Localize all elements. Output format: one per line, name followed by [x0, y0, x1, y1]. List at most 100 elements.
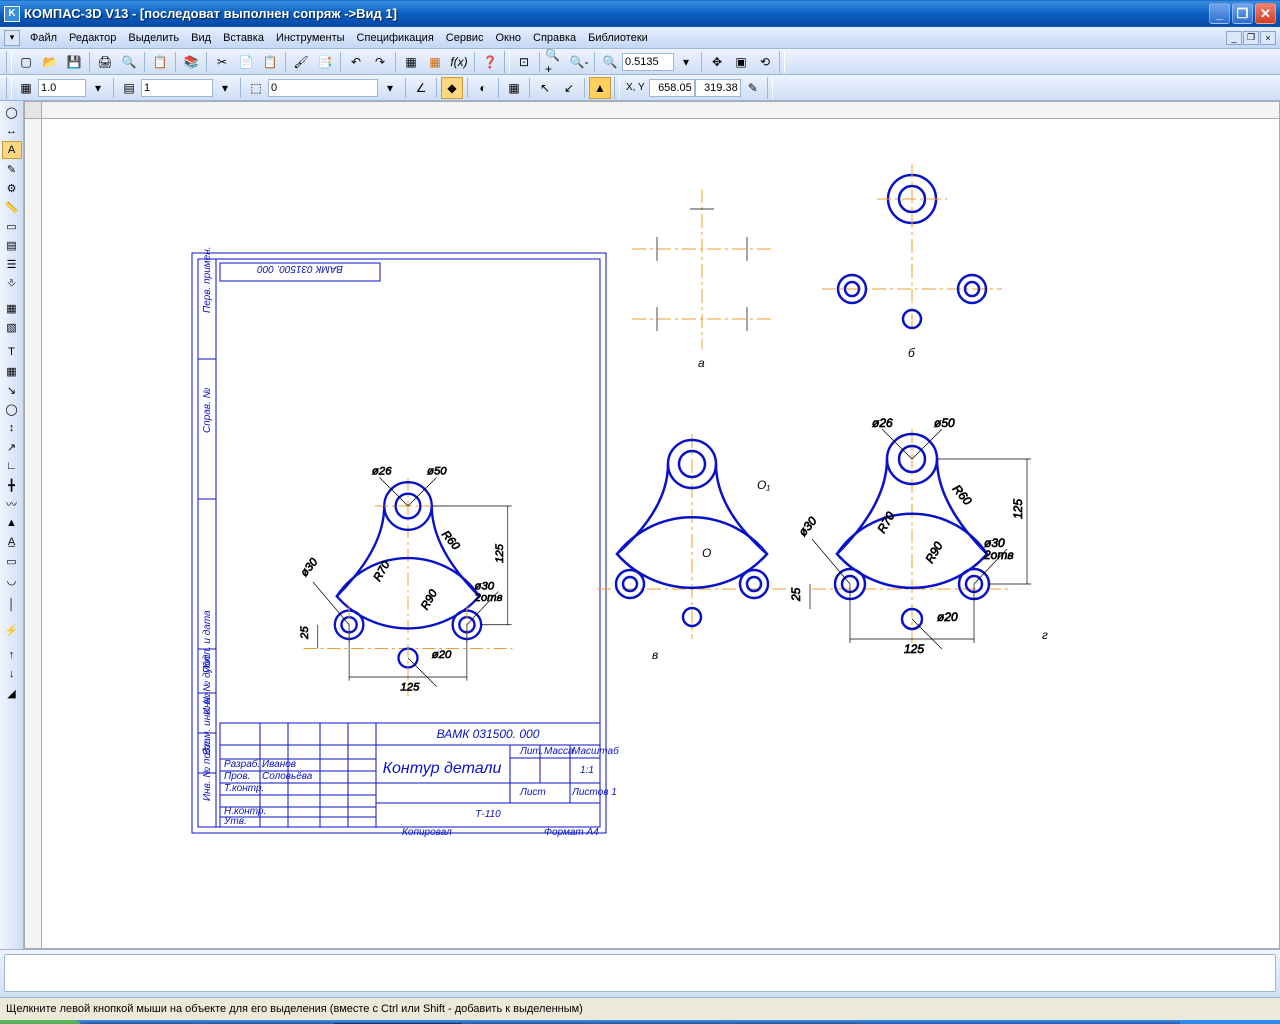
up-icon[interactable]: ↑	[2, 646, 22, 664]
print-button[interactable]: 🖨	[94, 51, 116, 73]
mdi-restore-button[interactable]: ❐	[1243, 31, 1259, 45]
geometry-icon[interactable]: ◯	[2, 103, 22, 121]
spec-icon[interactable]: ▤	[2, 236, 22, 254]
doc-tool-button[interactable]: 📑	[314, 51, 336, 73]
text-icon[interactable]: T	[2, 343, 22, 361]
cut-button[interactable]: ✂	[211, 51, 233, 73]
linewidth-input[interactable]	[38, 79, 86, 97]
paste-button[interactable]: 📋	[259, 51, 281, 73]
zoom-window-button[interactable]: ⊡	[513, 51, 535, 73]
mdi-minimize-button[interactable]: _	[1226, 31, 1242, 45]
coord-y[interactable]	[695, 79, 741, 97]
end-icon[interactable]: ◢	[2, 684, 22, 702]
grid-button[interactable]: ▦	[15, 77, 37, 99]
library-button[interactable]: 📚	[180, 51, 202, 73]
menu-window[interactable]: Окно	[489, 30, 527, 46]
style-dropdown[interactable]: ▾	[379, 77, 401, 99]
lcs-button[interactable]: ↖	[534, 77, 556, 99]
leader-icon[interactable]: ↘	[2, 381, 22, 399]
zoom-in-button[interactable]: 🔍+	[544, 51, 566, 73]
cut-line-icon[interactable]: ↕	[2, 419, 22, 437]
style-input[interactable]	[268, 79, 378, 97]
coord-x[interactable]	[649, 79, 695, 97]
variables-button[interactable]: f(x)	[448, 51, 470, 73]
layer-dropdown[interactable]: ▾	[214, 77, 236, 99]
reports-icon[interactable]: ☰	[2, 255, 22, 273]
zoom-dropdown[interactable]: ▾	[675, 51, 697, 73]
redo-button[interactable]: ↷	[369, 51, 391, 73]
start-button[interactable]: пуск	[0, 1020, 83, 1024]
document-icon[interactable]: ▾	[4, 30, 20, 46]
zoom-out-button[interactable]: 🔍-	[568, 51, 590, 73]
sep-icon[interactable]: │	[2, 596, 22, 614]
menu-insert[interactable]: Вставка	[217, 30, 270, 46]
pan-button[interactable]: ✥	[706, 51, 728, 73]
layers-button[interactable]: ▤	[118, 77, 140, 99]
mdi-close-button[interactable]: ×	[1260, 31, 1276, 45]
layer-state-button[interactable]: ⬚	[245, 77, 267, 99]
grid-toggle-button[interactable]: ▦	[503, 77, 525, 99]
params-icon[interactable]: ⚙	[2, 179, 22, 197]
hatch-icon[interactable]: ▧	[2, 318, 22, 336]
menu-tools[interactable]: Инструменты	[270, 30, 351, 46]
zoom-fit-button[interactable]: ▣	[730, 51, 752, 73]
new-button[interactable]: ▢	[15, 51, 37, 73]
property-panel-inner[interactable]	[4, 954, 1276, 992]
brand-icon[interactable]: ⚡	[2, 621, 22, 639]
select-icon[interactable]: ▭	[2, 217, 22, 235]
open-button[interactable]: 📂	[39, 51, 61, 73]
menu-edit[interactable]: Редактор	[63, 30, 122, 46]
menu-spec[interactable]: Спецификация	[351, 30, 440, 46]
ortho-button[interactable]: ◆	[441, 77, 463, 99]
stamp-scale: 1:1	[580, 765, 594, 776]
save-button[interactable]: 💾	[63, 51, 85, 73]
snap-button[interactable]: ∠	[410, 77, 432, 99]
zoom-input[interactable]	[622, 53, 674, 71]
base-icon[interactable]: ▲	[2, 514, 22, 532]
table-icon[interactable]: ▦	[2, 362, 22, 380]
system-tray[interactable]: RU ‹ 🔗 K 14:18	[1180, 1020, 1280, 1024]
wave-icon[interactable]: 〰	[2, 495, 22, 513]
copy-props-button[interactable]: 🖌	[290, 51, 312, 73]
close-button[interactable]: ✕	[1255, 3, 1276, 24]
preview-button[interactable]: 🔍	[118, 51, 140, 73]
layer-input[interactable]	[141, 79, 213, 97]
menu-select[interactable]: Выделить	[122, 30, 185, 46]
stamp-code: ВАМК 031500. 000	[437, 727, 540, 741]
library-bar-button[interactable]: ▦	[424, 51, 446, 73]
insert-icon[interactable]: ⎀	[2, 274, 22, 292]
dimensions-icon[interactable]: ↔	[2, 122, 22, 140]
lw-dropdown[interactable]: ▾	[87, 77, 109, 99]
drawing-canvas[interactable]: ВАМК 031500. 000 Перв. примен. Справ. № …	[42, 119, 1280, 949]
help-button[interactable]: ❓	[479, 51, 501, 73]
arrow-icon[interactable]: ↗	[2, 438, 22, 456]
manager-button[interactable]: ▦	[400, 51, 422, 73]
measure-icon[interactable]: 📏	[2, 198, 22, 216]
undo-button[interactable]: ↶	[345, 51, 367, 73]
down-icon[interactable]: ↓	[2, 665, 22, 683]
edit-icon[interactable]: ✎	[2, 160, 22, 178]
tolerance-icon[interactable]: ▭	[2, 552, 22, 570]
datum-icon[interactable]: A̲	[2, 533, 22, 551]
axis-icon[interactable]: ╋	[2, 476, 22, 494]
osnap-button[interactable]: ▲	[589, 77, 611, 99]
zoom-realtime-button[interactable]: 🔍	[599, 51, 621, 73]
balloon-icon[interactable]: ◯	[2, 400, 22, 418]
menu-service[interactable]: Сервис	[440, 30, 490, 46]
menu-file[interactable]: Файл	[24, 30, 63, 46]
coord-edit-button[interactable]: ✎	[742, 77, 764, 99]
mark-icon[interactable]: ◡	[2, 571, 22, 589]
menu-view[interactable]: Вид	[185, 30, 217, 46]
round-button[interactable]: ◐	[472, 77, 494, 99]
zoom-prev-button[interactable]: ⟲	[754, 51, 776, 73]
copy-button[interactable]: 📄	[235, 51, 257, 73]
minimize-button[interactable]: _	[1209, 3, 1230, 24]
annotations-icon[interactable]: A	[2, 141, 22, 159]
centerline-icon[interactable]: ∟	[2, 457, 22, 475]
views-icon[interactable]: ▦	[2, 299, 22, 317]
properties-button[interactable]: 📋	[149, 51, 171, 73]
origin-button[interactable]: ↙	[558, 77, 580, 99]
maximize-button[interactable]: ❐	[1232, 3, 1253, 24]
menu-help[interactable]: Справка	[527, 30, 582, 46]
menu-libs[interactable]: Библиотеки	[582, 30, 654, 46]
